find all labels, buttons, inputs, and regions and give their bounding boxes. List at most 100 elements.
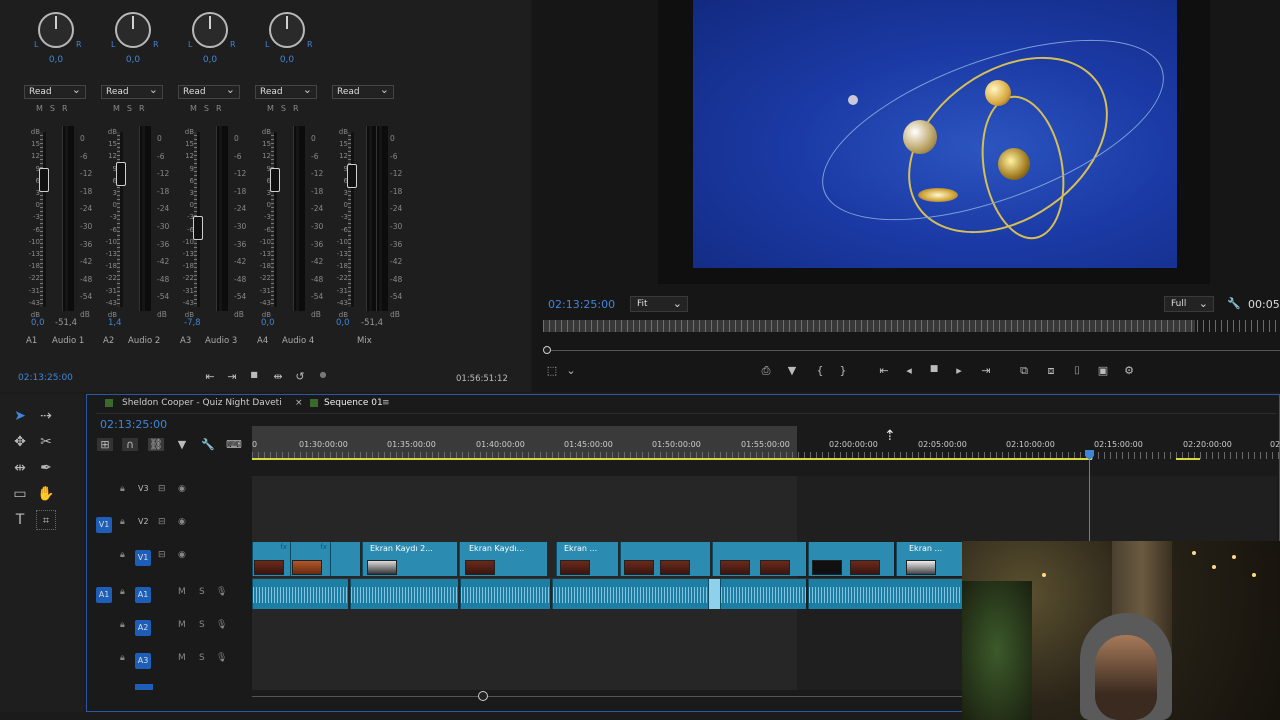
channel-volume-value[interactable]: 1,4 <box>108 318 122 328</box>
source-patch-v1[interactable]: V1 <box>96 517 112 533</box>
audio-clip[interactable] <box>552 579 708 609</box>
msr-buttons[interactable]: MSR <box>36 104 75 113</box>
comparison-view-icon[interactable]: ▣ <box>1095 364 1111 377</box>
razor-tool-icon[interactable]: ✂ <box>36 432 56 452</box>
tab-sheldon-cooper[interactable]: Sheldon Cooper - Quiz Night Daveti <box>122 398 282 408</box>
sync-lock-icon[interactable]: ⊟ <box>158 517 166 527</box>
hamburger-menu-icon[interactable]: ≡ <box>382 398 390 408</box>
mute-button[interactable]: M <box>178 587 186 597</box>
loop-icon[interactable]: ↺ <box>292 370 308 383</box>
track-select-tool-icon[interactable]: ⇢ <box>36 406 56 426</box>
lock-icon[interactable]: 🔒︎ <box>120 587 125 597</box>
audio-clip-selected[interactable] <box>708 579 720 609</box>
channel-volume-value[interactable]: 0,0 <box>31 318 45 328</box>
track-target-a2[interactable]: A2 <box>135 620 151 636</box>
lift-clip-icon[interactable]: ⧉ <box>1016 364 1032 378</box>
wrench-icon[interactable]: 🔧 <box>1226 297 1242 310</box>
track-target-a3[interactable]: A3 <box>135 653 151 669</box>
record-icon[interactable]: ● <box>315 370 331 379</box>
microphone-icon[interactable]: 🎙︎ <box>216 620 227 630</box>
selection-tool-icon[interactable]: ➤ <box>10 406 30 426</box>
lock-icon[interactable]: 🔒︎ <box>120 484 125 494</box>
go-to-in-icon[interactable]: ⇤ <box>202 370 218 383</box>
automation-mode-select[interactable]: Read <box>101 83 163 99</box>
lift-icon[interactable]: ⎙ <box>758 364 774 378</box>
mute-button[interactable]: M <box>178 653 186 663</box>
stop-icon[interactable]: ■ <box>926 364 942 374</box>
channel-volume-value[interactable]: 0,0 <box>261 318 275 328</box>
pan-value[interactable]: 0,0 <box>267 55 307 65</box>
camera-icon[interactable]: ⌷ <box>1069 364 1085 378</box>
lock-icon[interactable]: 🔒︎ <box>120 517 125 527</box>
audio-clip[interactable] <box>720 579 806 609</box>
captions-icon[interactable]: ⌨ <box>226 438 242 451</box>
eye-icon[interactable]: ◉ <box>178 484 186 494</box>
sync-lock-icon[interactable]: ⊟ <box>158 484 166 494</box>
automation-mode-select[interactable]: Read <box>178 83 240 99</box>
extract-icon[interactable]: ⧈ <box>1043 364 1059 378</box>
audio-clip[interactable] <box>252 579 348 609</box>
safe-margins-icon[interactable]: ⬚ <box>544 364 560 377</box>
go-to-in-icon[interactable]: ⇤ <box>876 364 892 377</box>
add-marker-icon[interactable]: ▼ <box>174 438 190 451</box>
pan-knob[interactable] <box>192 12 228 48</box>
pan-value[interactable]: 0,0 <box>36 55 76 65</box>
pan-knob[interactable] <box>115 12 151 48</box>
slip-tool-icon[interactable]: ⇹ <box>10 458 30 478</box>
type-tool-icon[interactable]: T <box>10 510 30 530</box>
hand-tool-icon[interactable]: ✋ <box>36 484 56 504</box>
audio-clip[interactable] <box>808 579 962 609</box>
msr-buttons[interactable]: MSR <box>113 104 152 113</box>
lock-icon[interactable]: 🔒︎ <box>120 653 125 663</box>
mute-button[interactable]: M <box>178 620 186 630</box>
playback-resolution-select[interactable]: Full ⌄ <box>1164 296 1214 312</box>
step-forward-icon[interactable]: ▸ <box>951 364 967 377</box>
play-in-to-out-icon[interactable]: ⇹ <box>270 370 286 383</box>
channel-volume-value[interactable]: -7,8 <box>184 318 201 328</box>
audio-clip[interactable] <box>460 579 550 609</box>
scroll-handle[interactable] <box>478 691 488 701</box>
timeline-timecode[interactable]: 02:13:25:00 <box>100 418 167 431</box>
solo-button[interactable]: S <box>199 620 205 630</box>
eye-icon[interactable]: ◉ <box>178 517 186 527</box>
pan-value[interactable]: 0,0 <box>190 55 230 65</box>
automation-mode-select[interactable]: Read <box>24 83 86 99</box>
pan-knob[interactable] <box>269 12 305 48</box>
mark-in-icon[interactable]: { <box>812 364 828 377</box>
audio-clip[interactable] <box>350 579 458 609</box>
monitor-zoom-handle[interactable] <box>543 346 551 354</box>
linked-selection-icon[interactable]: ⛓ <box>148 438 164 451</box>
msr-buttons[interactable]: MSR <box>190 104 229 113</box>
mixer-timecode[interactable]: 02:13:25:00 <box>18 373 73 383</box>
monitor-zoom-bar[interactable] <box>551 350 1280 351</box>
automation-mode-select[interactable]: Read <box>255 83 317 99</box>
playhead-timecode[interactable]: 02:13:25:00 <box>548 298 615 311</box>
stop-icon[interactable]: ■ <box>246 370 262 379</box>
go-to-out-icon[interactable]: ⇥ <box>978 364 994 377</box>
lock-icon[interactable]: 🔒︎ <box>120 550 125 560</box>
rectangle-tool-icon[interactable]: ▭ <box>10 484 30 504</box>
sync-lock-icon[interactable]: ⊟ <box>158 550 166 560</box>
wrench-icon[interactable]: 🔧 <box>200 438 216 451</box>
eye-icon[interactable]: ◉ <box>178 550 186 560</box>
msr-buttons[interactable]: MSR <box>267 104 306 113</box>
go-to-out-icon[interactable]: ⇥ <box>224 370 240 383</box>
solo-button[interactable]: S <box>199 587 205 597</box>
source-patch-a1[interactable]: A1 <box>96 587 112 603</box>
close-tab-icon[interactable]: × <box>295 398 303 408</box>
pen-tool-icon[interactable]: ✒ <box>36 458 56 478</box>
volume-fader[interactable] <box>270 168 280 192</box>
settings-icon[interactable]: ⚙ <box>1121 364 1137 377</box>
track-target-a4[interactable] <box>135 684 153 690</box>
volume-fader[interactable] <box>39 168 49 192</box>
volume-fader[interactable] <box>193 216 203 240</box>
zoom-level-select[interactable]: Fit ⌄ <box>630 296 688 312</box>
chevron-down-icon[interactable]: ⌄ <box>563 364 579 377</box>
video-clip[interactable] <box>330 542 360 576</box>
ripple-edit-tool-icon[interactable]: ✥ <box>10 432 30 452</box>
pan-value[interactable]: 0,0 <box>113 55 153 65</box>
captions-tool-icon[interactable]: ⌗ <box>36 510 56 530</box>
automation-mode-select[interactable]: Read <box>332 83 394 99</box>
add-marker-icon[interactable]: ▼ <box>784 364 800 377</box>
microphone-icon[interactable]: 🎙︎ <box>216 587 227 597</box>
